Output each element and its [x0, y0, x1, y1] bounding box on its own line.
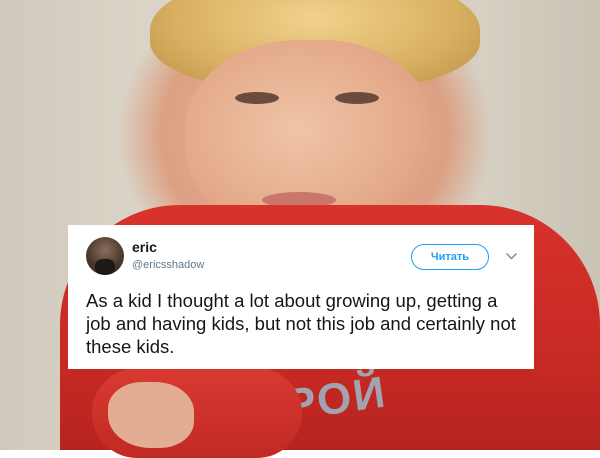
- child-hand: [108, 382, 194, 448]
- chevron-down-icon[interactable]: [504, 249, 518, 263]
- child-right-eye: [335, 92, 379, 104]
- follow-button[interactable]: Читать: [411, 244, 489, 270]
- chevron-down-icon-glyph: [505, 252, 517, 259]
- tweet-text: As a kid I thought a lot about growing u…: [86, 290, 516, 357]
- author-name[interactable]: eric: [132, 239, 157, 255]
- child-left-eye: [235, 92, 279, 104]
- avatar[interactable]: [86, 237, 124, 275]
- author-handle[interactable]: @ericsshadow: [132, 259, 204, 271]
- tweet-card: eric @ericsshadow Читать As a kid I thou…: [68, 225, 534, 369]
